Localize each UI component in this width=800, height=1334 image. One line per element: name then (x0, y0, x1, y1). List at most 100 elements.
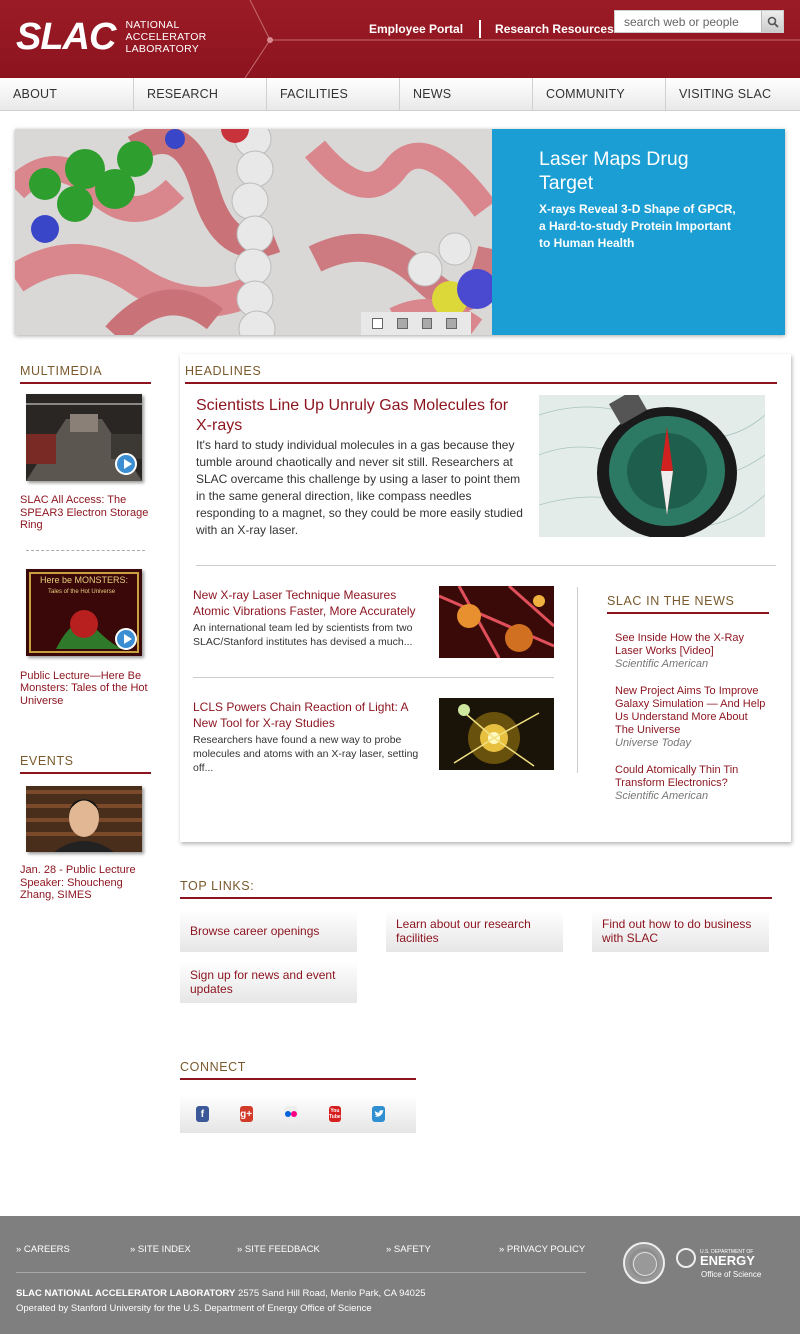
site-header: SLAC NATIONAL ACCELERATOR LABORATORY Emp… (0, 0, 800, 78)
slider-pager (361, 312, 471, 335)
gpcr-protein-image[interactable] (15, 129, 492, 335)
footer-careers-link[interactable]: » CAREERS (16, 1244, 70, 1255)
footer-site-feedback-link[interactable]: » SITE FEEDBACK (237, 1244, 320, 1255)
event-link[interactable]: Jan. 28 - Public Lecture Speaker: Shouch… (20, 864, 151, 902)
slider-dot-2[interactable] (396, 318, 408, 329)
twitter-bird (373, 1110, 384, 1117)
doe-logo-mark: U.S. DEPARTMENT OF ENERGY (676, 1248, 761, 1268)
top-links-heading: TOP LINKS: (180, 879, 772, 899)
footer-site-index-link[interactable]: » SITE INDEX (130, 1244, 191, 1255)
multimedia-link-1[interactable]: SLAC All Access: The SPEAR3 Electron Sto… (20, 494, 151, 532)
speaker-photo (26, 786, 142, 852)
logo-line-3: LABORATORY (125, 43, 200, 55)
doe-office-text: Office of Science (701, 1270, 762, 1279)
story-title[interactable]: LCLS Powers Chain Reaction of Light: A N… (193, 699, 431, 731)
thumb-text: Here be MONSTERS: (40, 574, 129, 585)
news-source: Scientific American (615, 790, 709, 802)
headlines-heading: HEADLINES (185, 364, 777, 384)
search-box (614, 10, 784, 33)
news-title[interactable]: Could Atomically Thin Tin Transform Elec… (615, 764, 769, 790)
search-button[interactable] (761, 11, 783, 32)
youtube-icon[interactable]: You Tube (328, 1106, 342, 1122)
social-bar: f g+ You Tube (180, 1095, 416, 1133)
doe-logo[interactable]: U.S. DEPARTMENT OF ENERGY Office of Scie… (676, 1248, 761, 1279)
main-nav: ABOUT RESEARCH FACILITIES NEWS COMMUNITY… (0, 78, 800, 111)
story-title[interactable]: New X-ray Laser Technique Measures Atomi… (193, 587, 431, 619)
utility-links: Employee Portal Research Resources (369, 20, 614, 38)
doe-seal-icon (676, 1248, 696, 1268)
slider-dot-4[interactable] (446, 318, 457, 329)
top-link-business[interactable]: Find out how to do business with SLAC (592, 910, 769, 952)
video-thumbnail[interactable] (26, 394, 142, 481)
slider-dot-3[interactable] (421, 318, 433, 329)
divider (26, 549, 145, 551)
nav-news[interactable]: NEWS (399, 78, 532, 111)
video-thumbnail[interactable]: Here be MONSTERS: Tales of the Hot Unive… (26, 568, 142, 656)
news-item: See Inside How the X-Ray Laser Works [Vi… (607, 632, 769, 671)
google-plus-icon[interactable]: g+ (239, 1106, 253, 1122)
story-item: LCLS Powers Chain Reaction of Light: A N… (193, 699, 431, 775)
top-link-newsletter[interactable]: Sign up for news and event updates (180, 961, 357, 1003)
multimedia-link-2[interactable]: Public Lecture—Here Be Monsters: Tales o… (20, 670, 151, 708)
search-icon (767, 16, 779, 28)
nav-research[interactable]: RESEARCH (133, 78, 266, 111)
nav-about[interactable]: ABOUT (0, 78, 133, 111)
main-story-body: It's hard to study individual molecules … (196, 438, 523, 537)
multimedia-heading: MULTIMEDIA (20, 364, 151, 384)
slide-caption-panel[interactable]: Laser Maps Drug Target X-rays Reveal 3-D… (492, 129, 785, 335)
events-heading: EVENTS (20, 754, 151, 774)
search-input[interactable] (615, 11, 761, 32)
event-thumbnail[interactable] (26, 786, 142, 852)
footer-address: SLAC NATIONAL ACCELERATOR LABORATORY 257… (16, 1286, 426, 1316)
operated-by: Operated by Stanford University for the … (16, 1303, 372, 1314)
doe-big-text: ENERGY (700, 1253, 755, 1268)
flickr-icon[interactable] (283, 1106, 298, 1122)
employee-portal-link[interactable]: Employee Portal (369, 22, 463, 36)
main-story-title[interactable]: Scientists Line Up Unruly Gas Molecules … (196, 396, 526, 436)
footer-divider (16, 1272, 586, 1273)
logo-text: NATIONAL ACCELERATOR LABORATORY (125, 19, 206, 55)
left-column: MULTIMEDIA SLAC All Access: The SPEAR3 E… (20, 364, 151, 902)
atomic-vibration-image[interactable] (439, 586, 554, 658)
play-icon[interactable] (115, 453, 137, 475)
news-item: Could Atomically Thin Tin Transform Elec… (607, 764, 769, 803)
footer-safety-link[interactable]: » SAFETY (386, 1244, 431, 1255)
slider-dot-1[interactable] (372, 318, 383, 329)
slac-logo[interactable]: SLAC NATIONAL ACCELERATOR LABORATORY (16, 18, 207, 56)
top-link-facilities[interactable]: Learn about our research facilities (386, 910, 563, 952)
news-title[interactable]: See Inside How the X-Ray Laser Works [Vi… (615, 632, 769, 658)
divider (196, 565, 776, 566)
footer-privacy-link[interactable]: » PRIVACY POLICY (499, 1244, 585, 1255)
news-source: Universe Today (615, 737, 692, 749)
connect-heading: CONNECT (180, 1060, 416, 1080)
flickr-dots (284, 1111, 297, 1117)
logo-line-1: NATIONAL (125, 19, 180, 31)
nav-visiting-slac[interactable]: VISITING SLAC (665, 78, 798, 111)
news-title[interactable]: New Project Aims To Improve Galaxy Simul… (615, 685, 769, 737)
news-item: New Project Aims To Improve Galaxy Simul… (607, 685, 769, 750)
in-the-news: SLAC IN THE NEWS See Inside How the X-Ra… (607, 594, 769, 803)
facebook-icon[interactable]: f (196, 1106, 209, 1122)
connect-section: CONNECT (180, 1060, 416, 1080)
slide-subtitle: X-rays Reveal 3-D Shape of GPCR, a Hard-… (539, 202, 736, 250)
column-divider (577, 587, 578, 773)
top-link-careers[interactable]: Browse career openings (180, 910, 357, 952)
site-footer: » CAREERS » SITE INDEX » SITE FEEDBACK »… (0, 1216, 800, 1334)
story-body: Researchers have found a new way to prob… (193, 734, 419, 774)
nav-facilities[interactable]: FACILITIES (266, 78, 399, 111)
stanford-seal-icon[interactable] (623, 1242, 665, 1284)
research-resources-link[interactable]: Research Resources (495, 22, 614, 36)
link-separator (479, 20, 482, 38)
slide-title: Laser Maps Drug Target (539, 148, 689, 194)
news-source: Scientific American (615, 658, 709, 670)
compass-image[interactable] (539, 395, 765, 537)
logo-line-2: ACCELERATOR (125, 31, 207, 43)
logo-mark: SLAC (16, 16, 116, 58)
top-links: TOP LINKS: (180, 879, 772, 899)
twitter-icon[interactable] (372, 1106, 385, 1122)
lab-name: SLAC NATIONAL ACCELERATOR LABORATORY (16, 1288, 236, 1299)
nav-community[interactable]: COMMUNITY (532, 78, 665, 111)
thumb-text: Tales of the Hot Universe (48, 588, 116, 595)
play-icon[interactable] (115, 627, 137, 650)
chain-reaction-image[interactable] (439, 698, 554, 770)
